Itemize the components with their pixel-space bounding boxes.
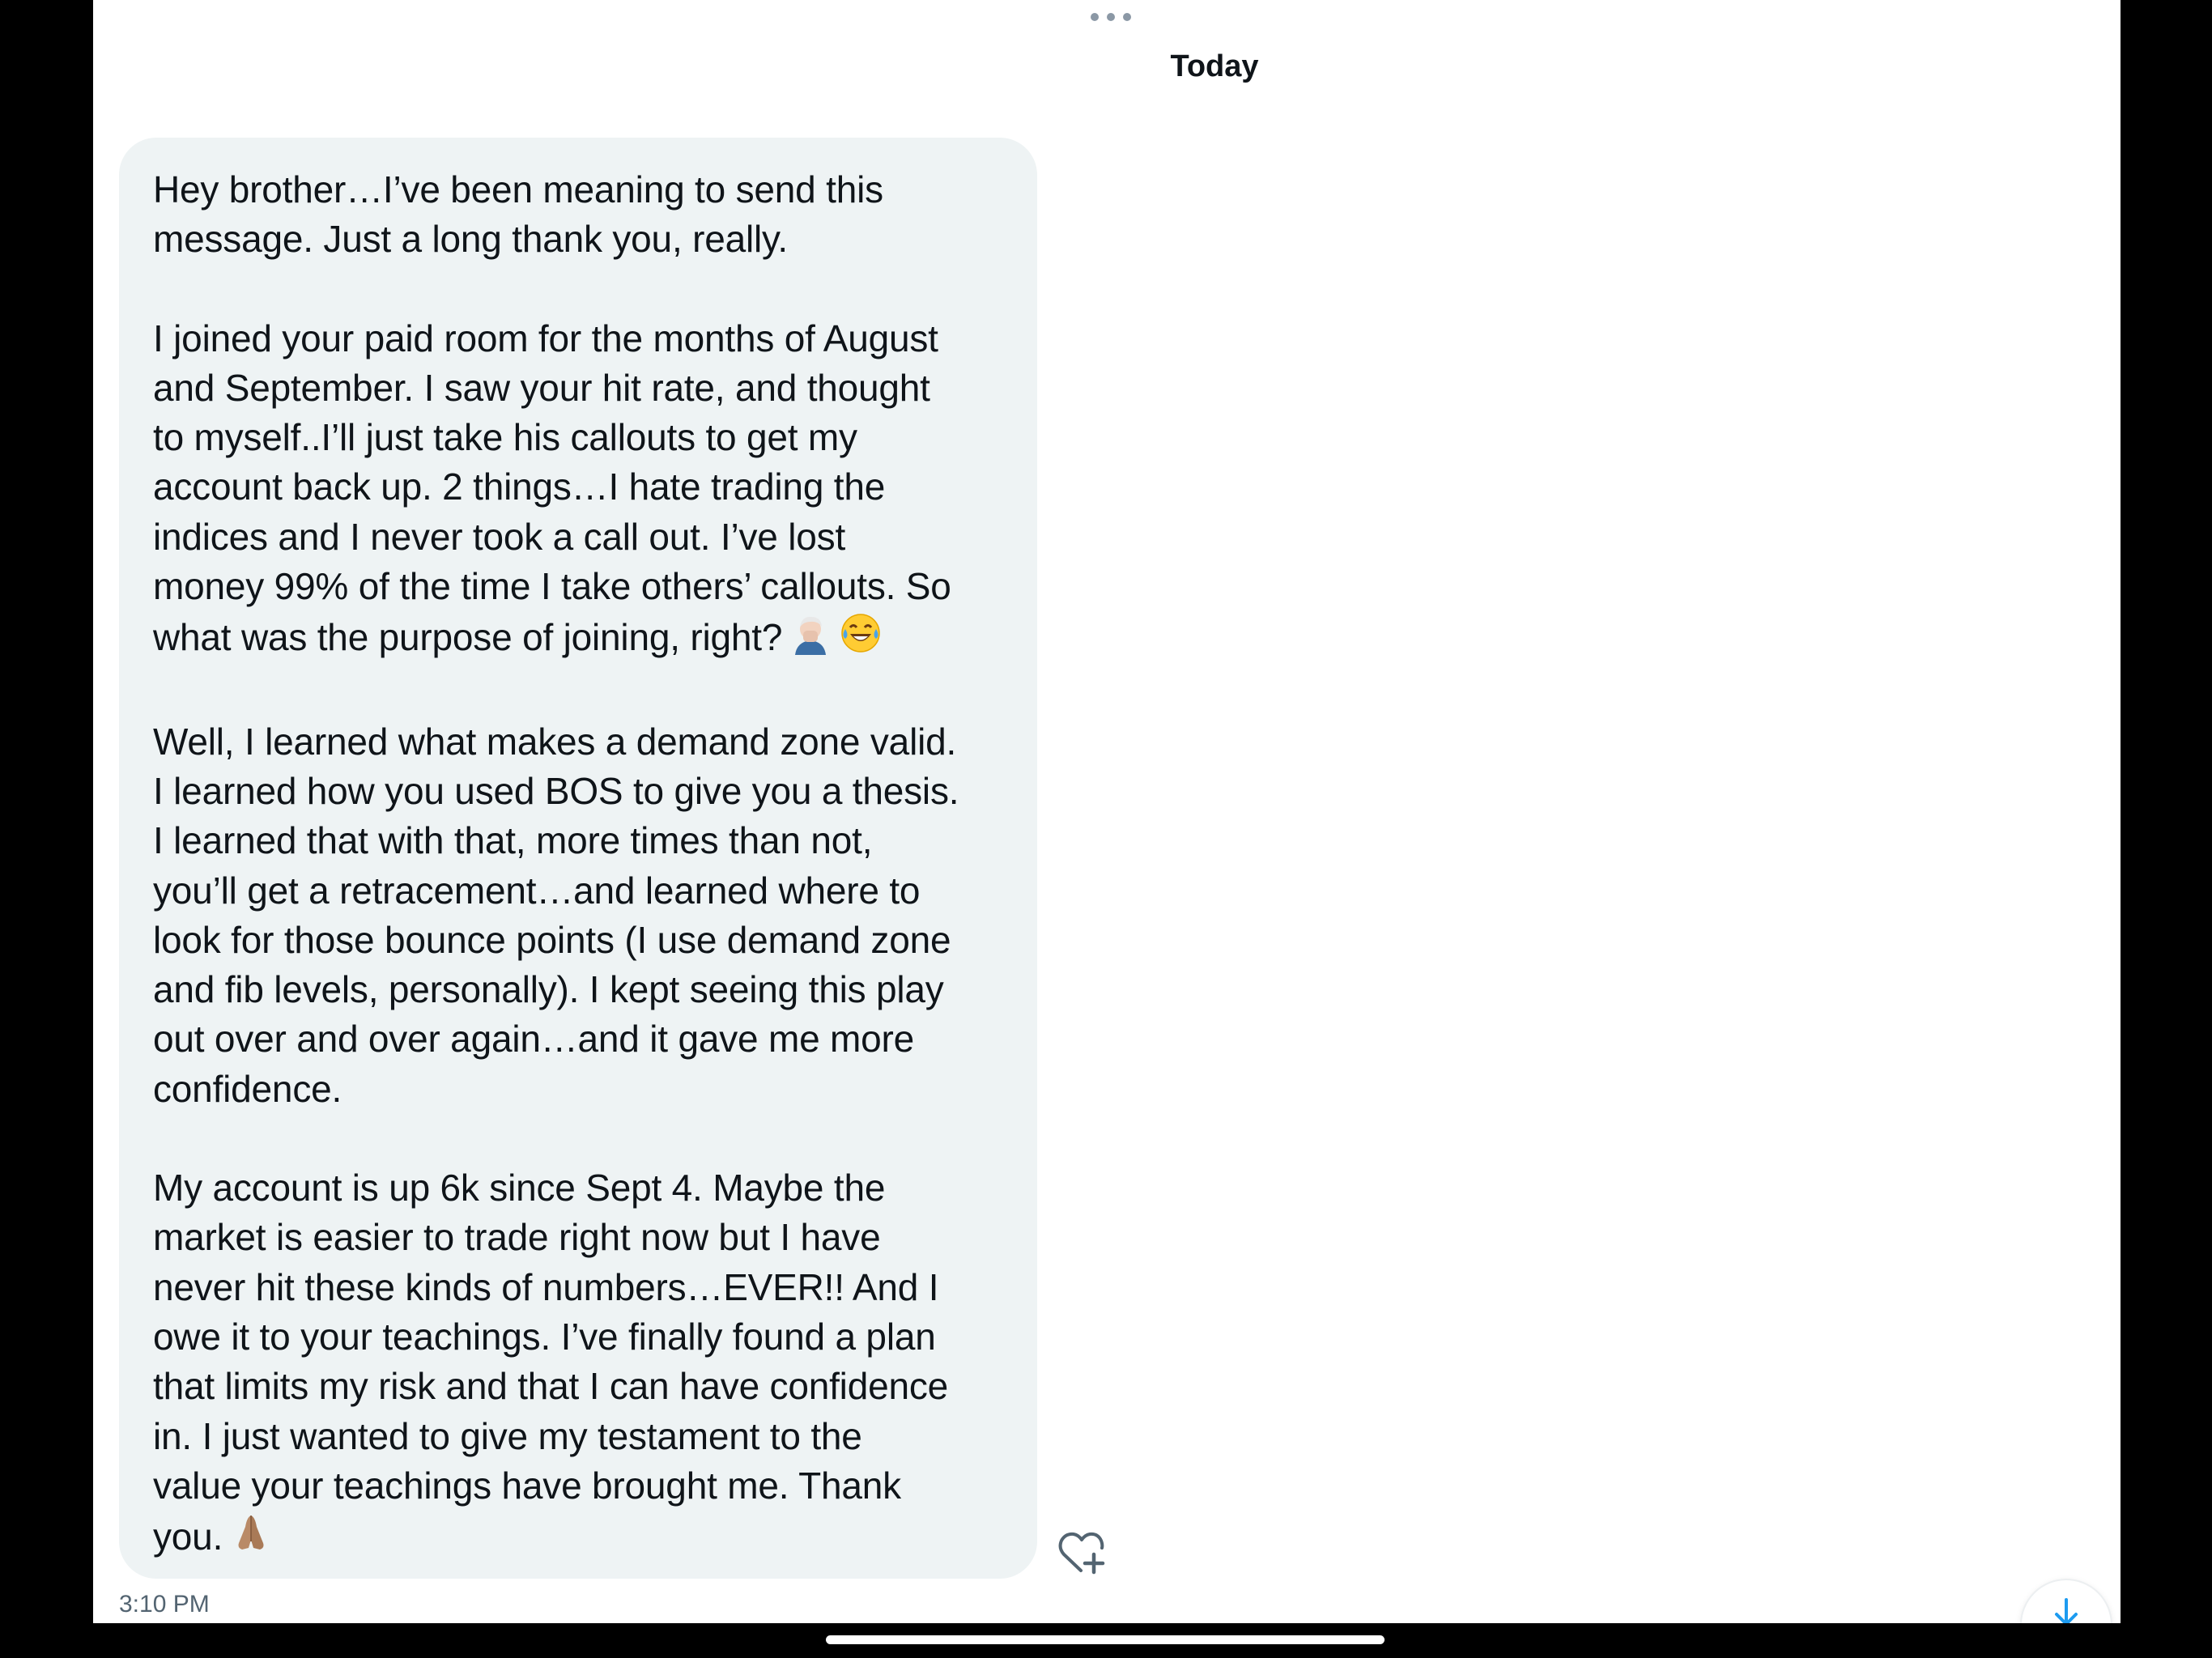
- message-paragraph-1: Hey brother…I’ve been meaning to send th…: [153, 168, 883, 261]
- message-bubble[interactable]: Hey brother…I’ve been meaning to send th…: [119, 138, 1037, 1579]
- date-divider: Today: [1170, 49, 1259, 83]
- scroll-to-bottom-button[interactable]: [2020, 1579, 2112, 1623]
- folded-hands-emoji: [229, 1511, 273, 1567]
- message-paragraph-2: I joined your paid room for the months o…: [153, 314, 1003, 668]
- dm-conversation-screen: Today Hey brother…I’ve been meaning to s…: [93, 0, 2121, 1623]
- arrow-down-icon: [2055, 1598, 2078, 1623]
- message-paragraph-2-text: I joined your paid room for the months o…: [153, 317, 951, 659]
- message-paragraph-4: My account is up 6k since Sept 4. Maybe …: [153, 1163, 1003, 1567]
- home-indicator[interactable]: [826, 1635, 1385, 1644]
- message-paragraph-3: Well, I learned what makes a demand zone…: [153, 720, 959, 1110]
- heart-plus-icon[interactable]: [1057, 1528, 1108, 1577]
- facepalm-emoji: [789, 611, 832, 667]
- message-paragraph-4-text: My account is up 6k since Sept 4. Maybe …: [153, 1167, 949, 1558]
- message-timestamp: 3:10 PM: [119, 1591, 210, 1618]
- more-options-icon[interactable]: [1091, 10, 1131, 24]
- tears-of-joy-emoji: [839, 611, 883, 667]
